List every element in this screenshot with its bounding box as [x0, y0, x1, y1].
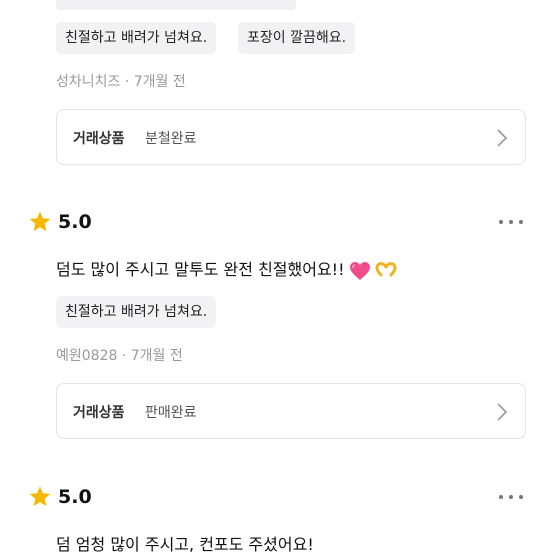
review-meta: 예원0828 · 7개월 전 [56, 345, 183, 365]
star-icon [29, 211, 51, 231]
tag-chip: 친절하고 배려가 넘쳐요. [56, 296, 217, 328]
pink-heart-icon [349, 261, 370, 280]
review-header: 5.0 [28, 485, 128, 513]
product-card[interactable]: 거래상품 판매완료 [56, 383, 526, 439]
review-header: 5.0 [28, 210, 128, 238]
chevron-right-icon [497, 129, 508, 147]
review-text: 덤도 많이 주시고 말투도 완전 친절했어요!! [56, 258, 397, 282]
review-author[interactable]: 성차니치즈 [56, 74, 120, 90]
product-label: 거래상품 [73, 131, 125, 147]
clipped-tag-chip [56, 0, 296, 10]
product-card[interactable]: 거래상품 분철완료 [56, 109, 526, 165]
tag-chip: 친절하고 배려가 넘쳐요. [56, 22, 217, 54]
review-time: · 7개월 전 [124, 74, 186, 90]
heart-hands-icon [374, 261, 397, 276]
more-options-icon[interactable] [499, 493, 525, 501]
product-status: 분철완료 [145, 131, 197, 147]
chevron-right-icon [497, 403, 508, 421]
product-status: 판매완료 [145, 405, 197, 421]
review-author[interactable]: 예원0828 [56, 348, 117, 364]
review-text: 덤 엄청 많이 주시고, 컨포도 주셨어요! [56, 535, 314, 554]
more-options-icon[interactable] [499, 218, 525, 226]
review-score: 5.0 [58, 486, 92, 508]
tag-chip: 포장이 깔끔해요. [238, 22, 356, 54]
review-meta: 성차니치즈 · 7개월 전 [56, 71, 186, 91]
star-icon [29, 486, 51, 506]
product-label: 거래상품 [73, 405, 125, 421]
review-score: 5.0 [58, 211, 92, 233]
review-time: · 7개월 전 [121, 348, 183, 364]
